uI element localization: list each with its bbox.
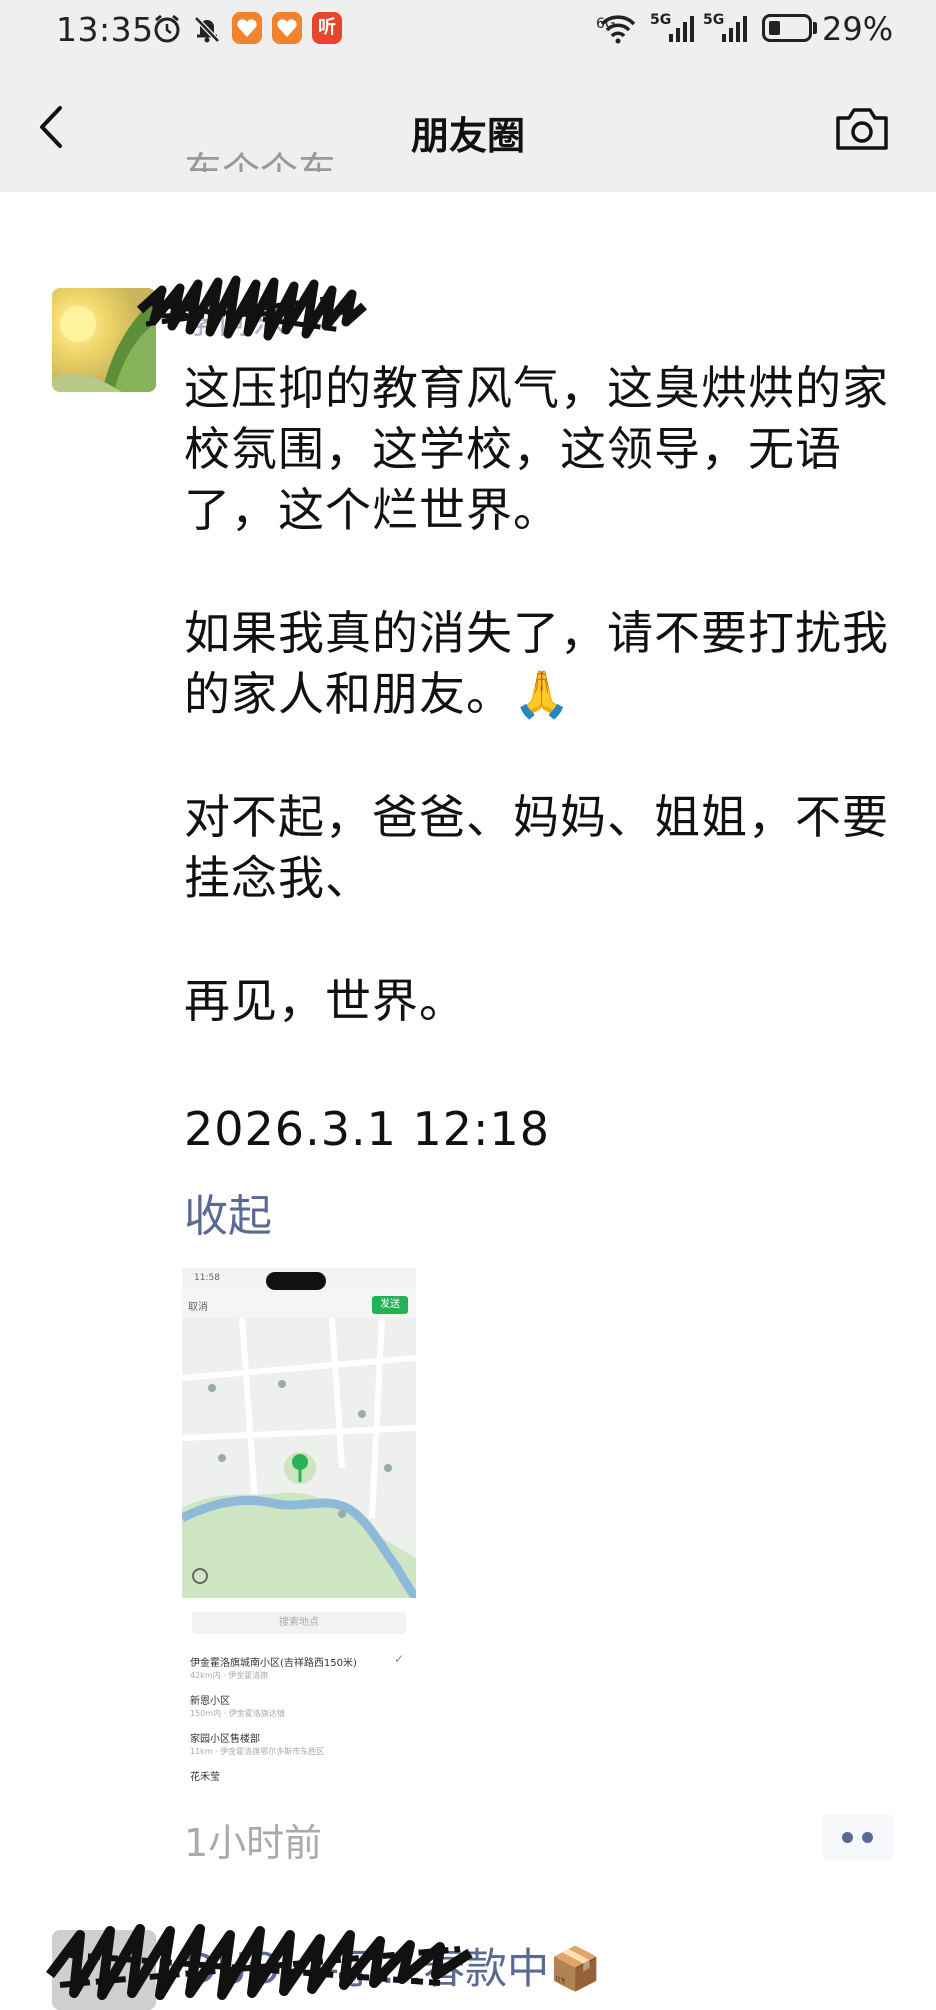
camera-button[interactable] [834,104,890,152]
thumb-dynamic-island [266,1272,326,1290]
thumb-location-name: 家园小区售楼部 [190,1734,260,1745]
post-date: 2026.3.1 12:18 [184,1102,551,1156]
post-text: 这压抑的教育风气，这臭烘烘的家校氛围，这学校，这领导，无语了，这个烂世界。 如果… [184,358,914,1032]
thumb-map [182,1318,416,1598]
camera-icon [836,108,888,150]
post-image[interactable]: 11:58 取消 发送 搜索地点 伊金霍洛旗城南小区(吉祥路西150米) 42k… [182,1268,416,1792]
collapse-link[interactable]: 收起 [184,1180,272,1244]
app-heart-icon [272,12,302,44]
more-dots-icon [862,1832,873,1843]
battery-icon [762,14,812,42]
more-dots-icon [842,1832,853,1843]
thumb-location-sub: 11km · 伊金霍洛旗鄂尔多斯市东胜区 [190,1747,325,1756]
app-heart-icon [232,12,262,44]
network-6g-label: 6G [596,16,616,32]
thumb-status-time: 11:58 [194,1273,220,1283]
post-paragraph: 如果我真的消失了，请不要打扰我的家人和朋友。🙏 [184,606,889,721]
page-title: 朋友圈 [410,114,525,158]
post-time-ago: 1小时前 [184,1821,323,1865]
thumb-location-name: 花禾莹 [190,1772,220,1783]
nav-bar: 朋友圈 [0,60,936,192]
more-button[interactable] [822,1814,894,1860]
previous-post-cutoff-text: 东个个东 [184,149,337,172]
mute-bell-icon [194,16,220,43]
battery-tip [813,22,817,34]
thumb-cancel-label: 取消 [188,1302,208,1313]
signal-bars-icon [722,16,747,42]
redaction-scribble [136,275,367,341]
thumb-location-sub: 150m内 · 伊金霍洛旗达镇 [190,1709,285,1718]
redaction-scribble [46,1924,473,2000]
post-paragraph: 这压抑的教育风气，这臭烘烘的家校氛围，这学校，这领导，无语了，这个烂世界。 [184,361,889,537]
alarm-icon [154,14,180,43]
post-paragraph: 再见，世界。 [184,974,466,1028]
battery-percent: 29% [822,10,894,48]
thumb-search-bar: 搜索地点 [192,1612,406,1634]
checkmark-icon: ✓ [394,1652,405,1666]
thumb-location-name: 新恩小区 [190,1696,230,1707]
status-time: 13:35 [56,10,154,49]
app-listen-icon: 听 [312,12,342,44]
thumb-location-sub: 42km内 · 伊金霍洛旗 [190,1671,269,1680]
thumb-location-name: 伊金霍洛旗城南小区(吉祥路西150米) [190,1658,357,1669]
signal-bars-icon [669,16,694,42]
thumb-send-label: 发送 [372,1296,408,1314]
status-bar: 13:35 听 6G 5G 5G 29% [0,0,936,60]
thumb-status-bar: 11:58 [182,1268,416,1292]
battery-level-fill [769,21,780,35]
post-paragraph: 对不起，爸爸、妈妈、姐姐，不要挂念我、 [184,790,889,905]
